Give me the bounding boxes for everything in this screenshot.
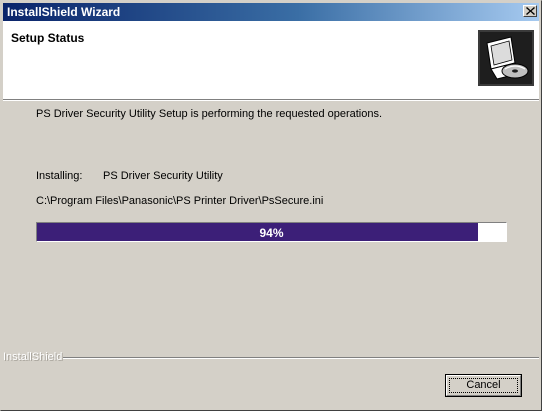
header-divider-highlight <box>3 100 539 101</box>
progress-percent: 94% <box>259 226 284 240</box>
title-bar[interactable]: InstallShield Wizard <box>3 3 539 21</box>
installing-label: Installing: <box>36 170 83 182</box>
current-file-path: C:\Program Files\Panasonic\PS Printer Dr… <box>36 195 324 207</box>
computer-install-icon <box>478 30 534 86</box>
cancel-button-label: Cancel <box>466 379 501 391</box>
installshield-brand: InstallShield <box>3 351 63 363</box>
cancel-button[interactable]: Cancel <box>445 374 522 397</box>
window-title: InstallShield Wizard <box>7 5 121 19</box>
installshield-window: InstallShield Wizard Setup Status PS Dri… <box>0 0 542 411</box>
footer-divider-highlight <box>63 358 539 359</box>
installing-value: PS Driver Security Utility <box>103 170 223 182</box>
progress-bar: 94% <box>36 222 507 242</box>
close-icon <box>526 7 535 15</box>
close-button[interactable] <box>523 5 537 17</box>
header-panel: Setup Status <box>3 21 539 99</box>
page-title: Setup Status <box>11 31 85 45</box>
status-message: PS Driver Security Utility Setup is perf… <box>36 108 383 120</box>
